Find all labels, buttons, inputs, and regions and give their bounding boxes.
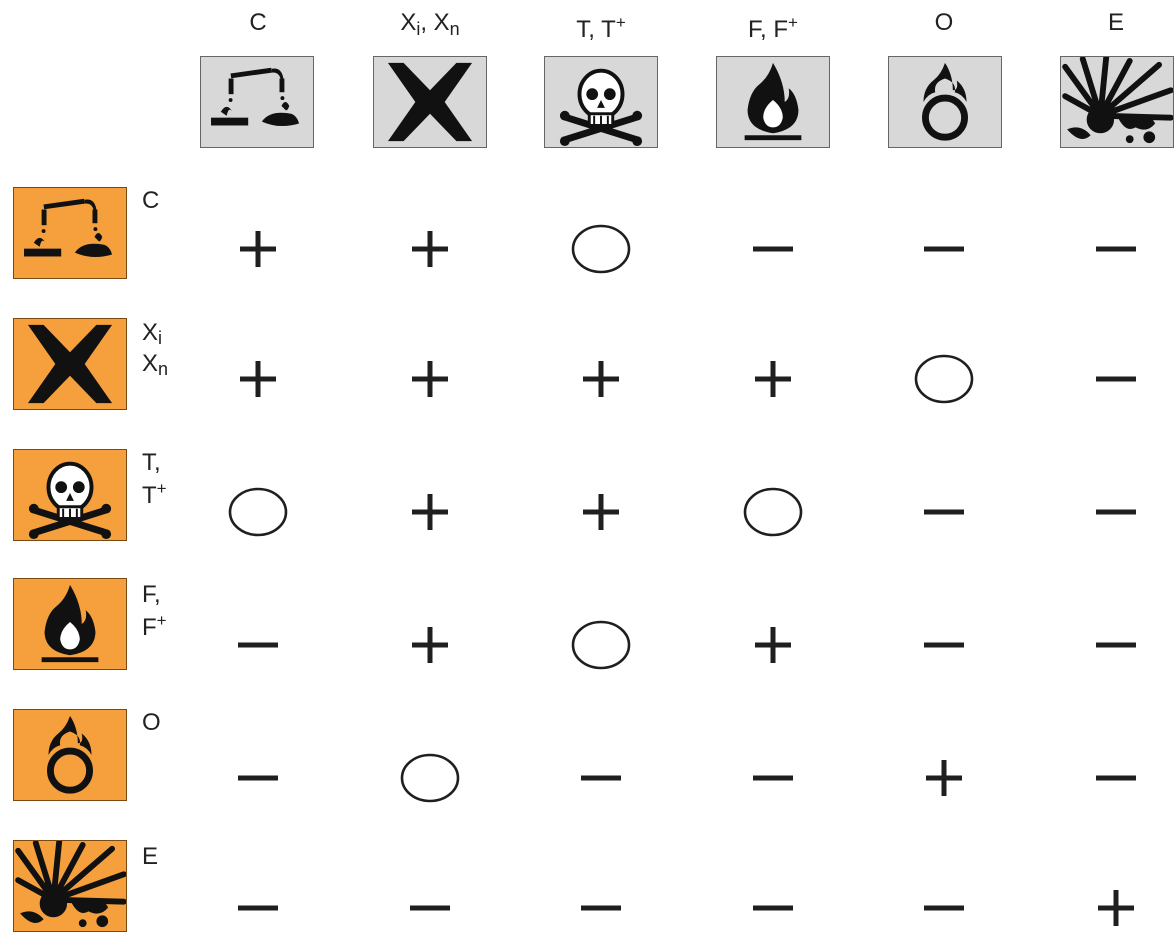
column-header: E — [1056, 8, 1174, 38]
row-header-superscript: + — [156, 611, 167, 630]
plus-symbol — [743, 349, 803, 409]
toxic-skull-icon — [13, 449, 127, 541]
row-header-line: F, — [142, 581, 161, 608]
row-header-line: X — [142, 350, 159, 377]
row-header-line: E — [142, 843, 159, 870]
minus-symbol — [228, 748, 288, 808]
column-header-main: T, T — [576, 16, 616, 43]
minus-symbol — [914, 878, 974, 938]
minus-symbol — [743, 878, 803, 938]
plus-symbol — [1086, 878, 1146, 938]
minus-symbol — [571, 748, 631, 808]
column-header-main: O — [934, 9, 954, 36]
circle-symbol — [400, 748, 460, 808]
minus-symbol — [1086, 482, 1146, 542]
column-header: T, T+ — [541, 8, 661, 45]
column-header: Xi, Xn — [370, 8, 490, 44]
circle-symbol — [914, 349, 974, 409]
column-header: C — [198, 8, 318, 38]
row-header-line: T — [142, 482, 157, 509]
circle-symbol — [571, 615, 631, 675]
minus-symbol — [914, 219, 974, 279]
column-header-main: , X — [420, 9, 450, 36]
row-header-line: X — [142, 319, 159, 346]
row-header: F, F+ — [142, 582, 167, 641]
row-header: Xi Xn — [142, 320, 168, 382]
minus-symbol — [228, 878, 288, 938]
minus-symbol — [1086, 615, 1146, 675]
row-header: C — [142, 188, 159, 214]
corrosive-icon — [13, 187, 127, 279]
column-header-main: F, F — [748, 16, 789, 43]
circle-symbol — [743, 482, 803, 542]
minus-symbol — [571, 878, 631, 938]
plus-symbol — [914, 748, 974, 808]
plus-symbol — [400, 349, 460, 409]
column-header-main: C — [249, 9, 267, 36]
row-header: O — [142, 710, 161, 736]
harmful-irritant-icon — [373, 56, 487, 148]
plus-symbol — [743, 615, 803, 675]
column-header-main: E — [1107, 9, 1124, 36]
row-header: E — [142, 844, 158, 870]
plus-symbol — [571, 482, 631, 542]
row-header-line: O — [142, 709, 161, 736]
minus-symbol — [743, 219, 803, 279]
column-header-superscript: + — [615, 13, 626, 32]
minus-symbol — [1086, 748, 1146, 808]
harmful-irritant-icon — [13, 318, 127, 410]
minus-symbol — [228, 615, 288, 675]
plus-symbol — [400, 615, 460, 675]
plus-symbol — [400, 219, 460, 279]
plus-symbol — [571, 349, 631, 409]
row-header: T, T+ — [142, 450, 167, 509]
plus-symbol — [228, 219, 288, 279]
corrosive-icon — [200, 56, 314, 148]
plus-symbol — [400, 482, 460, 542]
minus-symbol — [743, 748, 803, 808]
column-header-subscript: n — [449, 19, 460, 39]
circle-symbol — [571, 219, 631, 279]
flammable-flame-icon — [716, 56, 830, 148]
row-header-superscript: + — [156, 479, 167, 498]
minus-symbol — [1086, 349, 1146, 409]
oxidizing-flame-icon — [13, 709, 127, 801]
oxidizing-flame-icon — [888, 56, 1002, 148]
row-header-line: C — [142, 187, 160, 214]
minus-symbol — [914, 615, 974, 675]
flammable-flame-icon — [13, 578, 127, 670]
column-header-main: X — [400, 9, 417, 36]
explosive-icon — [13, 840, 127, 932]
toxic-skull-icon — [544, 56, 658, 148]
circle-symbol — [228, 482, 288, 542]
row-header-subscript: n — [158, 359, 169, 379]
row-header-line: F — [142, 614, 157, 641]
column-header: O — [884, 8, 1004, 38]
minus-symbol — [914, 482, 974, 542]
explosive-icon — [1060, 56, 1174, 148]
column-header-superscript: + — [788, 13, 798, 32]
plus-symbol — [228, 349, 288, 409]
column-header: F, F+ — [713, 8, 833, 45]
row-header-line: T, — [142, 449, 161, 476]
row-header-subscript: i — [158, 328, 163, 348]
minus-symbol — [1086, 219, 1146, 279]
minus-symbol — [400, 878, 460, 938]
